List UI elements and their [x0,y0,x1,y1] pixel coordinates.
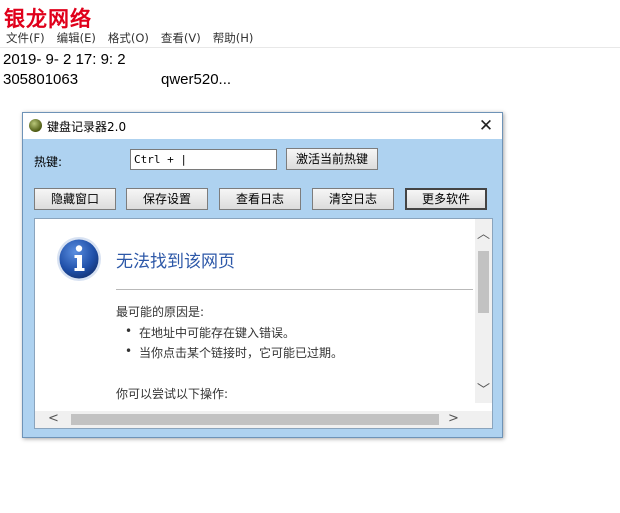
menu-edit[interactable]: 编辑(E) [51,29,102,47]
clear-log-button[interactable]: 清空日志 [312,188,394,210]
error-title: 无法找到该网页 [116,252,235,272]
scroll-left-icon[interactable]: < [45,411,62,427]
notepad-text-line-password: qwer520... [161,71,232,88]
reason-item: 在地址中可能存在键入错误。 [125,324,295,341]
menu-help[interactable]: 帮助(H) [207,29,260,47]
menu-view[interactable]: 查看(V) [155,29,207,47]
vertical-scrollbar[interactable]: ︿ ﹀ [475,219,492,403]
menu-format[interactable]: 格式(O) [102,29,155,47]
more-software-button[interactable]: 更多软件 [405,188,487,210]
info-icon [57,237,101,281]
reason-item: 当你点击某个链接时，它可能已过期。 [125,344,343,361]
close-icon[interactable]: ✕ [476,116,496,136]
hotkey-label: 热键: [34,155,63,169]
notepad-text-line-timestamp: 2019- 9- 2 17: 9: 2 [3,51,126,68]
notepad-menubar: 文件(F) 编辑(E) 格式(O) 查看(V) 帮助(H) [0,29,620,47]
menu-file[interactable]: 文件(F) [0,29,51,47]
try-heading: 你可以尝试以下操作: [116,387,229,401]
reason-heading: 最可能的原因是: [116,305,205,319]
hide-window-button[interactable]: 隐藏窗口 [34,188,116,210]
keyboard-logger-icon [29,119,42,132]
horizontal-scrollbar[interactable]: < > [35,411,492,428]
scroll-right-icon[interactable]: > [445,411,462,427]
vertical-scroll-thumb[interactable] [478,251,489,313]
error-divider [116,289,473,290]
hotkey-input[interactable]: Ctrl + | [130,149,277,170]
menu-divider [0,47,620,48]
scroll-down-icon[interactable]: ﹀ [475,383,492,399]
dialog-title: 键盘记录器2.0 [47,120,127,134]
activate-hotkey-button[interactable]: 激活当前热键 [286,148,378,170]
embedded-browser: 无法找到该网页 最可能的原因是: 在地址中可能存在键入错误。 当你点击某个链接时… [34,218,493,429]
save-settings-button[interactable]: 保存设置 [126,188,208,210]
horizontal-scroll-thumb[interactable] [71,414,439,425]
notepad-text-line-account: 305801063 [3,71,79,88]
view-log-button[interactable]: 查看日志 [219,188,301,210]
scroll-up-icon[interactable]: ︿ [475,227,492,243]
keylogger-dialog: 键盘记录器2.0 ✕ 热键: Ctrl + | 激活当前热键 隐藏窗口 保存设置… [22,112,503,438]
dialog-titlebar[interactable]: 键盘记录器2.0 ✕ [23,113,502,139]
